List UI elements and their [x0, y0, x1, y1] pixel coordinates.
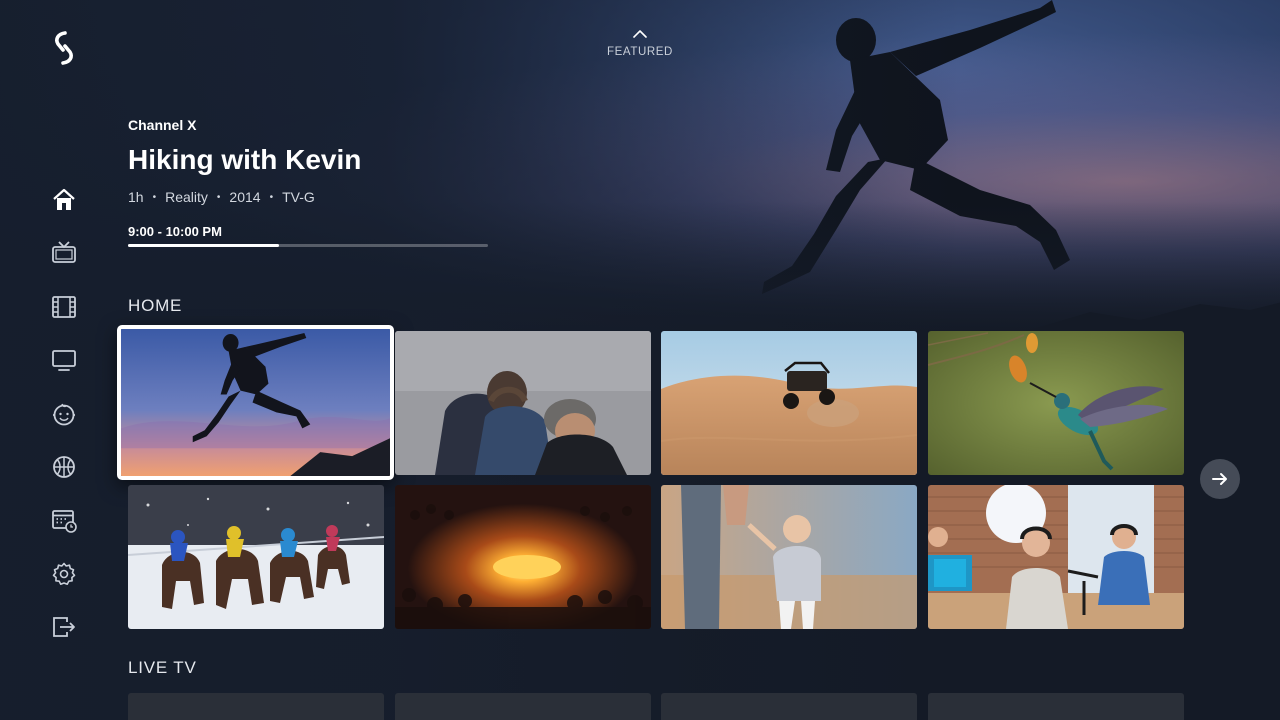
section-title-home: HOME [128, 296, 183, 315]
app-logo[interactable] [50, 30, 78, 66]
tv-icon [52, 241, 76, 263]
home-tile-conversation[interactable] [395, 331, 651, 475]
hiking-thumbnail [121, 329, 390, 476]
exit-icon [53, 617, 75, 637]
meta-year: 2014 [229, 189, 261, 205]
meta-separator: • [216, 191, 221, 203]
sports-ball-icon [53, 456, 75, 478]
live-tv-tile[interactable] [661, 693, 917, 720]
home-tile-bonfire[interactable] [395, 485, 651, 629]
meta-separator: • [152, 191, 157, 203]
program-meta: 1h • Reality • 2014 • TV-G [128, 189, 315, 205]
sidebar-item-exit[interactable] [50, 613, 78, 641]
conversation-thumbnail [395, 331, 651, 475]
sidebar-item-sports[interactable] [50, 453, 78, 481]
schedule-icon [52, 510, 77, 533]
sidebar-item-shows[interactable] [50, 346, 78, 374]
meta-duration: 1h [128, 189, 144, 205]
next-row-button[interactable] [1200, 459, 1240, 499]
child-walking-thumbnail [661, 485, 917, 629]
progress-fill [128, 244, 280, 247]
home-tile-podcast[interactable] [928, 485, 1184, 629]
horse-race-thumbnail [128, 485, 384, 629]
settings-icon [52, 562, 76, 585]
sidebar-item-schedule[interactable] [50, 506, 78, 534]
podcast-thumbnail [928, 485, 1184, 629]
live-tv-tile[interactable] [395, 693, 651, 720]
sidebar-item-home[interactable] [50, 186, 78, 214]
featured-label: FEATURED [607, 46, 673, 58]
meta-rating: TV-G [282, 189, 315, 205]
featured-indicator[interactable]: FEATURED [590, 28, 690, 58]
chevron-up-icon [633, 30, 647, 38]
live-tv-tile[interactable] [128, 693, 384, 720]
sidebar-item-kids[interactable] [50, 400, 78, 428]
home-tile-desert[interactable] [661, 331, 917, 475]
program-title: Hiking with Kevin [128, 144, 362, 175]
logo-icon [55, 31, 73, 65]
live-tv-tile[interactable] [928, 693, 1184, 720]
air-time: 9:00 - 10:00 PM [128, 224, 222, 239]
monitor-icon [52, 350, 76, 371]
bonfire-thumbnail [395, 485, 651, 629]
desert-thumbnail [661, 331, 917, 475]
home-tile-hummingbird[interactable] [928, 331, 1184, 475]
hummingbird-thumbnail [928, 331, 1184, 475]
home-tile-child[interactable] [661, 485, 917, 629]
sidebar-item-tv[interactable] [50, 239, 78, 267]
kids-icon [53, 403, 75, 426]
sidebar-item-movies[interactable] [50, 293, 78, 321]
meta-genre: Reality [165, 189, 208, 205]
home-icon [53, 188, 75, 210]
home-tile-hiking[interactable] [117, 325, 394, 480]
meta-separator: • [269, 191, 274, 203]
channel-name: Channel X [128, 117, 197, 133]
progress-bar [128, 244, 488, 247]
home-tile-horse-race[interactable] [128, 485, 384, 629]
sidebar-item-settings[interactable] [50, 560, 78, 588]
arrow-right-icon [1212, 473, 1227, 485]
sidebar [0, 0, 110, 720]
section-title-live-tv: LIVE TV [128, 658, 197, 677]
film-icon [52, 296, 76, 318]
